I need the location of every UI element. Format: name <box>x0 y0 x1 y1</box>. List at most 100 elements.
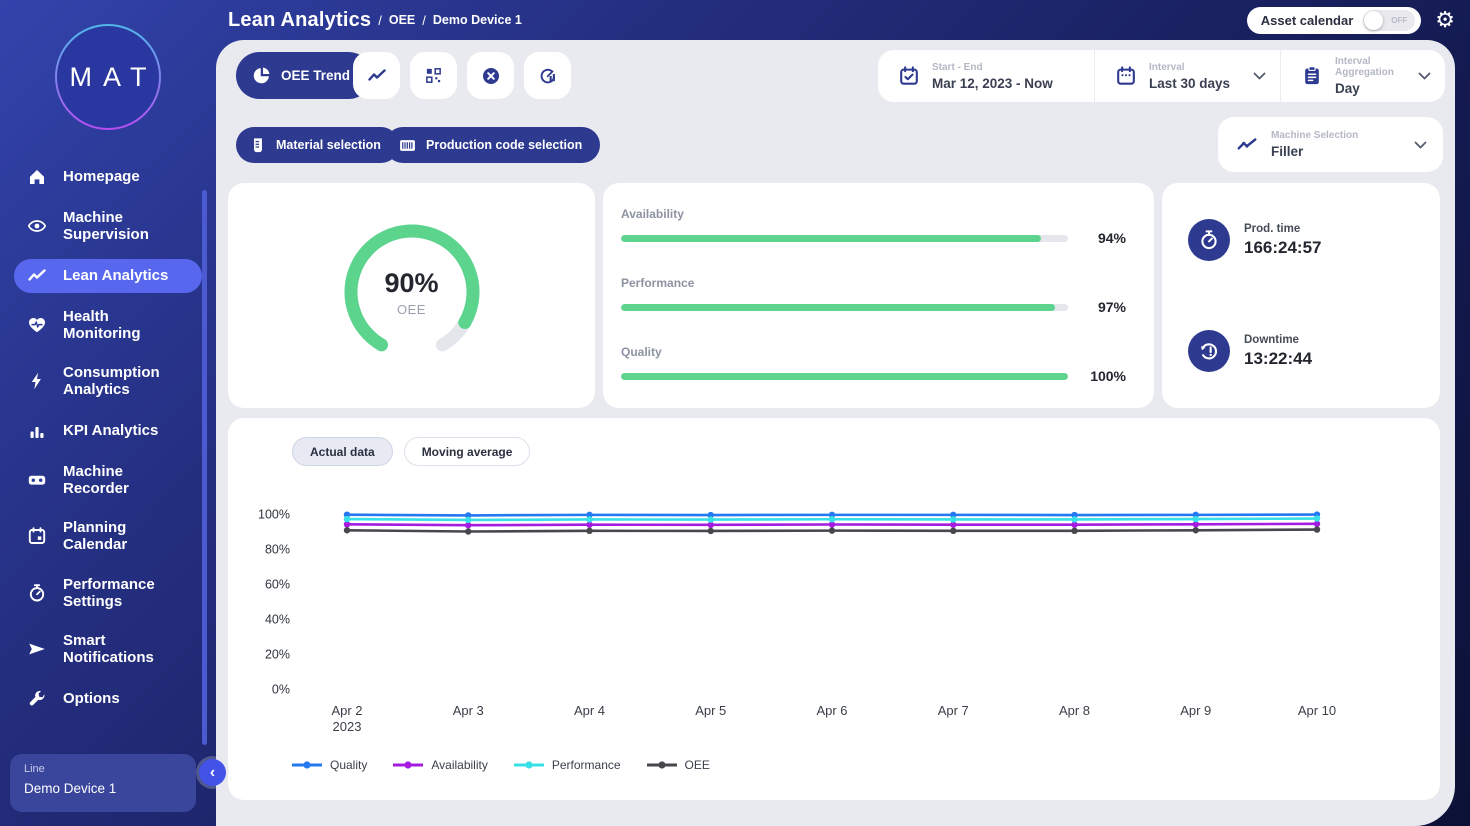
filter-start-end[interactable]: Start - End Mar 12, 2023 - Now <box>878 50 1094 102</box>
toggle-state-label: OFF <box>1391 16 1407 25</box>
kpi-bar-track <box>621 235 1068 242</box>
sidebar-item-label: Health Monitoring <box>63 308 190 343</box>
kpi-bar-label: Availability <box>621 207 1126 221</box>
line-chart-icon <box>367 66 387 86</box>
sidebar-item-consumption-analytics[interactable]: Consumption Analytics <box>14 357 202 406</box>
qr-view-button[interactable] <box>410 52 457 99</box>
sidebar-item-label: Machine Recorder <box>63 463 190 498</box>
svg-text:80%: 80% <box>265 543 290 557</box>
kpi-bar-value: 100% <box>1082 368 1126 384</box>
legend-item-quality[interactable]: Quality <box>292 758 367 772</box>
sidebar-item-planning-calendar[interactable]: Planning Calendar <box>14 512 202 561</box>
sidebar-item-label: Homepage <box>63 168 140 185</box>
prod-time-stat: Prod. time 166:24:57 <box>1188 219 1420 261</box>
legend-label: Quality <box>330 758 367 772</box>
sidebar-item-lean-analytics[interactable]: Lean Analytics <box>14 259 202 293</box>
sidebar-item-smart-notifications[interactable]: Smart Notifications <box>14 625 202 674</box>
legend-label: Availability <box>431 758 487 772</box>
filter-value: Day <box>1335 81 1406 96</box>
bolt-icon <box>26 371 48 391</box>
sidebar-item-health-monitoring[interactable]: Health Monitoring <box>14 301 202 350</box>
legend-label: Performance <box>552 758 621 772</box>
trend-view-button[interactable] <box>353 52 400 99</box>
sidebar-item-label: Machine Supervision <box>63 209 149 244</box>
downtime-value: 13:22:44 <box>1244 349 1312 369</box>
sidebar-item-options[interactable]: Options <box>14 682 202 716</box>
sidebar-item-machine-recorder[interactable]: Machine Recorder <box>14 456 202 505</box>
material-selection-label: Material selection <box>276 138 381 152</box>
sidebar-item-label: Performance Settings <box>63 576 155 611</box>
filter-label: Interval <box>1149 62 1230 73</box>
oee-trend-chart: 0%20%40%60%80%100%Apr 22023Apr 3Apr 4Apr… <box>240 493 1428 741</box>
sidebar-scrollbar[interactable] <box>202 190 207 745</box>
breadcrumb-separator: / <box>378 13 382 28</box>
kpi-bar-track <box>621 304 1068 311</box>
sidebar-item-label: Options <box>63 690 120 707</box>
production-code-selection-label: Production code selection <box>426 138 582 152</box>
device-name: Demo Device 1 <box>24 781 182 796</box>
svg-text:Apr 6: Apr 6 <box>816 703 847 718</box>
material-selection-button[interactable]: Material selection <box>236 127 399 163</box>
asset-calendar-pill[interactable]: Asset calendar OFF <box>1247 7 1422 34</box>
toggle-knob <box>1364 11 1383 30</box>
sidebar-item-machine-supervision[interactable]: Machine Supervision <box>14 202 202 251</box>
machine-selection-dropdown[interactable]: Machine Selection Filler <box>1218 117 1443 172</box>
kpi-bar-fill <box>621 235 1041 242</box>
svg-text:2023: 2023 <box>333 719 362 734</box>
svg-text:20%: 20% <box>265 648 290 662</box>
svg-text:Apr 3: Apr 3 <box>453 703 484 718</box>
kpi-bar-fill <box>621 304 1055 311</box>
prod-time-label: Prod. time <box>1244 223 1322 235</box>
filters-panel: Start - End Mar 12, 2023 - Now Interval … <box>878 50 1445 102</box>
line-chart-icon <box>1236 134 1258 156</box>
kpi-bar-track <box>621 373 1068 380</box>
downtime-stat: Downtime 13:22:44 <box>1188 330 1420 372</box>
prod-time-value: 166:24:57 <box>1244 238 1322 258</box>
chart-legend: Quality Availability Performance OEE <box>292 758 710 772</box>
oee-trend-chart-card: Actual data Moving average 0%20%40%60%80… <box>228 418 1440 800</box>
logo: MAT <box>55 24 161 130</box>
svg-text:Apr 10: Apr 10 <box>1298 703 1336 718</box>
oee-gauge: 90% OEE <box>337 217 487 367</box>
asset-calendar-toggle[interactable]: OFF <box>1363 10 1415 31</box>
gauge-report-button[interactable] <box>524 52 571 99</box>
sidebar-item-kpi-analytics[interactable]: KPI Analytics <box>14 414 202 448</box>
legend-item-availability[interactable]: Availability <box>393 758 487 772</box>
stops-view-button[interactable] <box>467 52 514 99</box>
tab-label: Actual data <box>310 445 375 459</box>
kpi-bar-availability: Availability 94% <box>621 207 1126 246</box>
oee-trend-button[interactable]: OEE Trend <box>236 52 372 99</box>
sidebar-item-label: Smart Notifications <box>63 632 154 667</box>
svg-text:Apr 9: Apr 9 <box>1180 703 1211 718</box>
kpi-bars-card: Availability 94% Performance 97% Quality… <box>603 183 1154 408</box>
clipboard-icon <box>1301 65 1323 87</box>
settings-gear-icon[interactable]: ⚙ <box>1435 9 1455 31</box>
sidebar-item-label: Lean Analytics <box>63 267 168 284</box>
device-card: Line Demo Device 1 <box>10 754 196 812</box>
page-title: Lean Analytics <box>228 9 371 32</box>
filter-label: Start - End <box>932 62 1053 73</box>
legend-item-performance[interactable]: Performance <box>514 758 621 772</box>
breadcrumb-device[interactable]: Demo Device 1 <box>433 13 522 27</box>
tab-label: Moving average <box>422 445 513 459</box>
filter-aggregation[interactable]: Interval Aggregation Day <box>1280 50 1445 102</box>
breadcrumb-oee[interactable]: OEE <box>389 13 415 27</box>
kpi-bar-performance: Performance 97% <box>621 276 1126 315</box>
sidebar-item-homepage[interactable]: Homepage <box>14 160 202 194</box>
send-icon <box>26 639 48 659</box>
sidebar-collapse-button[interactable]: ‹ <box>199 759 226 786</box>
kpi-bar-fill <box>621 373 1068 380</box>
svg-text:100%: 100% <box>258 508 290 522</box>
tab-moving-average[interactable]: Moving average <box>404 437 531 466</box>
machine-recorder-icon <box>26 470 48 490</box>
production-code-selection-button[interactable]: Production code selection <box>385 127 600 163</box>
tab-actual-data[interactable]: Actual data <box>292 437 393 466</box>
legend-item-oee[interactable]: OEE <box>647 758 710 772</box>
sidebar-item-label: KPI Analytics <box>63 422 158 439</box>
legend-label: OEE <box>685 758 710 772</box>
kpi-bar-value: 94% <box>1082 230 1126 246</box>
x-circle-icon <box>481 66 501 86</box>
header-right: Asset calendar OFF ⚙ <box>1247 7 1455 34</box>
sidebar-item-performance-settings[interactable]: Performance Settings <box>14 569 202 618</box>
filter-interval[interactable]: Interval Last 30 days <box>1094 50 1280 102</box>
